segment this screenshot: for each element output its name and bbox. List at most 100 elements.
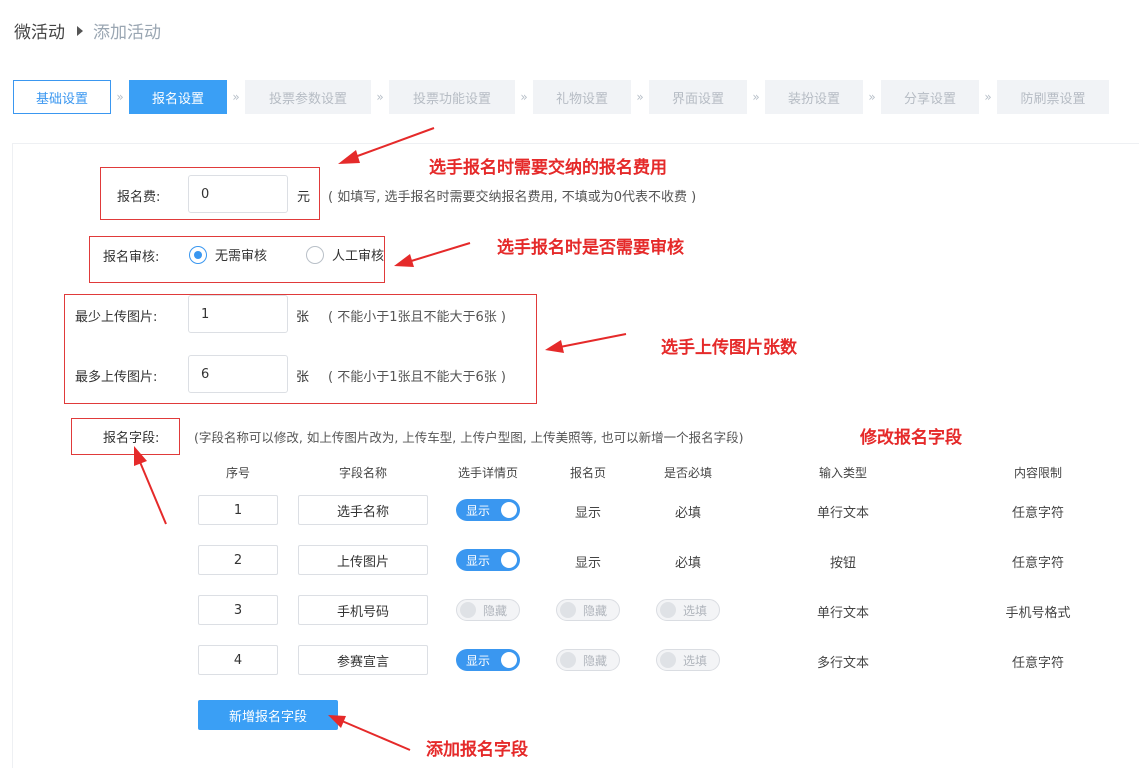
fields-label: 报名字段: [103,431,160,446]
row-2-required: 必填 [674,556,701,571]
toggle-label: 隐藏 [583,603,608,618]
step-tab-basic[interactable]: 基础设置 [13,80,111,114]
toggle-knob [501,502,517,518]
table-header-signup: 报名页 [569,466,606,480]
toggle-label: 隐藏 [583,653,608,668]
row-4-signup-toggle[interactable]: 隐藏 [556,649,620,671]
add-field-button[interactable]: 新增报名字段 [198,700,338,730]
row-3-type: 单行文本 [816,606,869,621]
row-1-limit: 任意字符 [1011,506,1064,521]
review-label: 报名审核: [103,250,160,265]
row-2-limit: 任意字符 [1011,556,1064,571]
row-2-name-input[interactable] [298,545,428,575]
radio-manual-review[interactable]: 人工审核 [306,245,384,264]
toggle-label: 显示 [466,503,491,518]
breadcrumb-current: 添加活动 [93,23,161,43]
table-header-required: 是否必填 [663,466,712,480]
min-pics-hint: ( 不能小于1张且不能大于6张 ) [328,310,506,325]
row-3-limit: 手机号格式 [1005,606,1071,621]
row-1-type: 单行文本 [816,506,869,521]
toggle-label: 隐藏 [483,603,508,618]
max-pics-input[interactable] [188,355,288,393]
radio-checked-icon [189,245,207,264]
double-chevron-icon: » [520,90,528,104]
row-1-detail-toggle[interactable]: 显示 [456,499,520,521]
double-chevron-icon: » [636,90,644,104]
toggle-knob [460,602,476,618]
max-pics-hint: ( 不能小于1张且不能大于6张 ) [328,370,506,385]
annotation-review: 选手报名时是否需要审核 [497,238,684,258]
step-tab-vote-params[interactable]: 投票参数设置 [245,80,371,114]
table-header-detail: 选手详情页 [457,466,518,480]
row-4-required-toggle[interactable]: 选填 [656,649,720,671]
caret-right-icon [77,25,83,36]
annotation-pics: 选手上传图片张数 [661,338,797,358]
row-4-type: 多行文本 [816,656,869,671]
double-chevron-icon: » [868,90,876,104]
toggle-knob [560,602,576,618]
row-3-required-toggle[interactable]: 选填 [656,599,720,621]
breadcrumb: 微活动 添加活动 [14,18,161,43]
row-4-limit: 任意字符 [1011,656,1064,671]
fields-hint: (字段名称可以修改, 如上传图片改为, 上传车型, 上传户型图, 上传美照等, … [194,430,744,445]
radio-unchecked-icon [306,245,324,264]
toggle-label: 选填 [683,653,708,668]
table-header-no: 序号 [225,466,250,480]
annotation-fee: 选手报名时需要交纳的报名费用 [429,158,667,178]
radio-label: 人工审核 [332,249,385,264]
radio-no-review[interactable]: 无需审核 [189,245,267,264]
toggle-knob [660,602,676,618]
min-pics-label: 最少上传图片: [75,310,158,325]
row-1-name-input[interactable] [298,495,428,525]
fee-hint: ( 如填写, 选手报名时需要交纳报名费用, 不填或为0代表不收费 ) [328,190,697,205]
fee-unit: 元 [297,190,311,205]
row-3-signup-toggle[interactable]: 隐藏 [556,599,620,621]
double-chevron-icon: » [376,90,384,104]
toggle-knob [501,552,517,568]
annotation-fields: 修改报名字段 [860,428,962,448]
row-2-signup: 显示 [574,556,601,571]
row-2-type: 按钮 [829,556,856,571]
double-chevron-icon: » [116,90,124,104]
max-pics-label: 最多上传图片: [75,370,158,385]
row-2-detail-toggle[interactable]: 显示 [456,549,520,571]
table-header-type: 输入类型 [818,466,867,480]
double-chevron-icon: » [752,90,760,104]
min-pics-input[interactable] [188,295,288,333]
fee-label: 报名费: [117,190,161,205]
fee-input[interactable] [188,175,288,213]
row-4-name-input[interactable] [298,645,428,675]
toggle-knob [660,652,676,668]
row-1-required: 必填 [674,506,701,521]
double-chevron-icon: » [984,90,992,104]
step-tab-interface[interactable]: 界面设置 [649,80,747,114]
toggle-knob [560,652,576,668]
toggle-label: 显示 [466,653,491,668]
toggle-knob [501,652,517,668]
step-tab-vote-functions[interactable]: 投票功能设置 [389,80,515,114]
row-1-signup: 显示 [574,506,601,521]
step-tab-decoration[interactable]: 装扮设置 [765,80,863,114]
row-4-no-input[interactable] [198,645,278,675]
double-chevron-icon: » [232,90,240,104]
step-tab-gifts[interactable]: 礼物设置 [533,80,631,114]
toggle-label: 显示 [466,553,491,568]
row-1-no-input[interactable] [198,495,278,525]
table-header-limit: 内容限制 [1013,466,1062,480]
row-3-detail-toggle[interactable]: 隐藏 [456,599,520,621]
toggle-label: 选填 [683,603,708,618]
step-tabs: 基础设置 » 报名设置 » 投票参数设置 » 投票功能设置 » 礼物设置 » 界… [13,80,1109,114]
annotation-add: 添加报名字段 [426,740,528,760]
row-2-no-input[interactable] [198,545,278,575]
row-4-detail-toggle[interactable]: 显示 [456,649,520,671]
step-tab-signup[interactable]: 报名设置 [129,80,227,114]
row-3-no-input[interactable] [198,595,278,625]
breadcrumb-root[interactable]: 微活动 [14,18,65,43]
step-tab-share[interactable]: 分享设置 [881,80,979,114]
table-header-name: 字段名称 [338,466,387,480]
max-pics-unit: 张 [296,370,310,385]
row-3-name-input[interactable] [298,595,428,625]
min-pics-unit: 张 [296,310,310,325]
step-tab-anti-fraud[interactable]: 防刷票设置 [997,80,1109,114]
radio-label: 无需审核 [215,249,268,264]
